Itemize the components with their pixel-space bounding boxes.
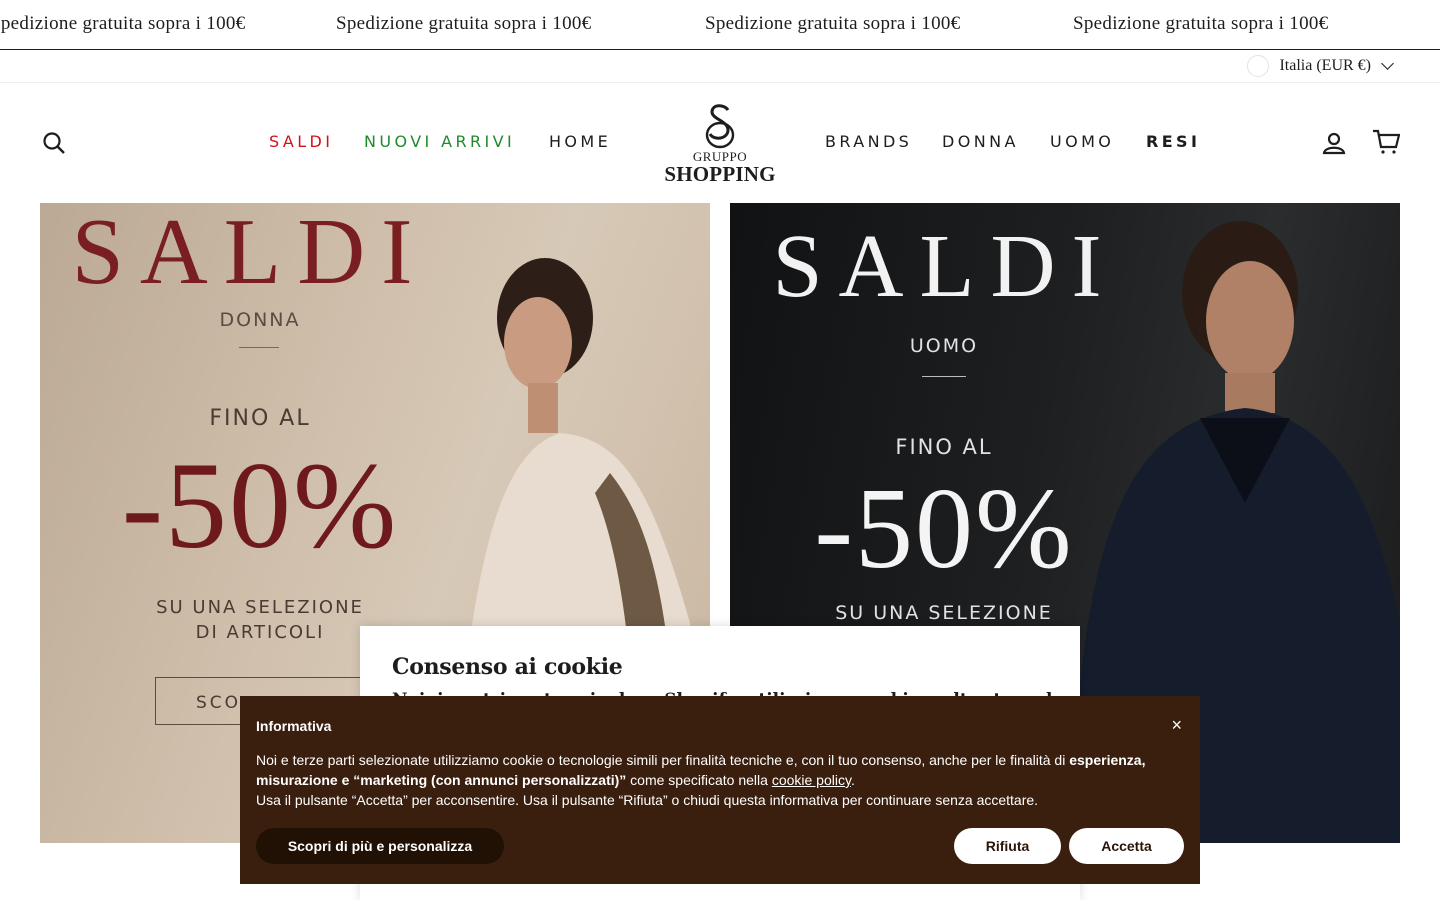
cookie-policy-link[interactable]: cookie policy [772,772,851,788]
announcement-message: Spedizione gratuita sopra i 100€ [336,13,592,34]
accept-button[interactable]: Accetta [1069,828,1184,864]
nav-item-resi[interactable]: RESI [1146,132,1200,152]
close-icon[interactable]: × [1171,716,1182,734]
banner-subtitle: DONNA [219,309,301,331]
divider [922,376,966,377]
consent-text-part: Noi e terze parti selezionate utilizziam… [256,752,1070,768]
nav-item-saldi[interactable]: SALDI [269,132,333,152]
utility-bar: Italia (EUR €) [0,50,1440,83]
logo-line2: SHOPPING [664,162,776,186]
logo-monogram-icon [705,104,735,149]
consent-title: Informativa [256,718,332,734]
banner-fino: FINO AL [209,406,311,431]
site-logo[interactable]: GRUPPO SHOPPING [658,101,782,187]
cookie-panel-title: Consenso ai cookie [392,654,623,680]
banner-fino: FINO AL [895,435,993,459]
consent-text: Noi e terze parti selezionate utilizziam… [256,750,1176,810]
announcement-bar: Spedizione gratuita sopra i 100€ Spedizi… [0,0,1440,50]
reject-button[interactable]: Rifiuta [954,828,1061,864]
cart-icon[interactable] [1372,129,1400,155]
search-icon[interactable] [42,131,66,155]
country-label: Italia (EUR €) [1279,57,1371,74]
consent-text-line2: Usa il pulsante “Accetta” per acconsenti… [256,792,1039,808]
announcement-message: Spedizione gratuita sopra i 100€ [1073,13,1329,34]
banner-selection: SU UNA SELEZIONE [156,597,364,618]
site-header: SALDI NUOVI ARRIVI HOME BRANDS DONNA UOM… [0,83,1440,203]
nav-item-home[interactable]: HOME [549,132,611,152]
consent-text-part: . [850,772,855,788]
chevron-down-icon [1381,57,1394,70]
divider [239,347,279,348]
banner-percent: -50% [814,465,1074,593]
consent-text-part: come specificato nella [626,772,772,788]
flag-icon [1247,55,1270,77]
nav-item-brands[interactable]: BRANDS [825,132,912,152]
country-selector[interactable]: Italia (EUR €) [1247,55,1394,77]
announcement-message: Spedizione gratuita sopra i 100€ [705,13,961,34]
banner-cta-label: SCO [196,693,242,713]
announcement-message: Spedizione gratuita sopra i 100€ [0,13,246,34]
banner-selection: SU UNA SELEZIONE [835,602,1053,624]
banner-subtitle: UOMO [909,335,979,357]
learn-more-button[interactable]: Scopri di più e personalizza [256,828,504,864]
nav-item-nuovi-arrivi[interactable]: NUOVI ARRIVI [364,132,515,152]
banner-title: SALDI [772,217,1118,316]
banner-title: SALDI [71,203,429,304]
nav-item-uomo[interactable]: UOMO [1050,132,1114,152]
account-icon[interactable] [1322,131,1346,155]
cookie-consent-banner: Informativa × Noi e terze parti selezion… [240,696,1200,884]
banner-percent: -50% [121,437,399,574]
nav-item-donna[interactable]: DONNA [942,132,1019,152]
